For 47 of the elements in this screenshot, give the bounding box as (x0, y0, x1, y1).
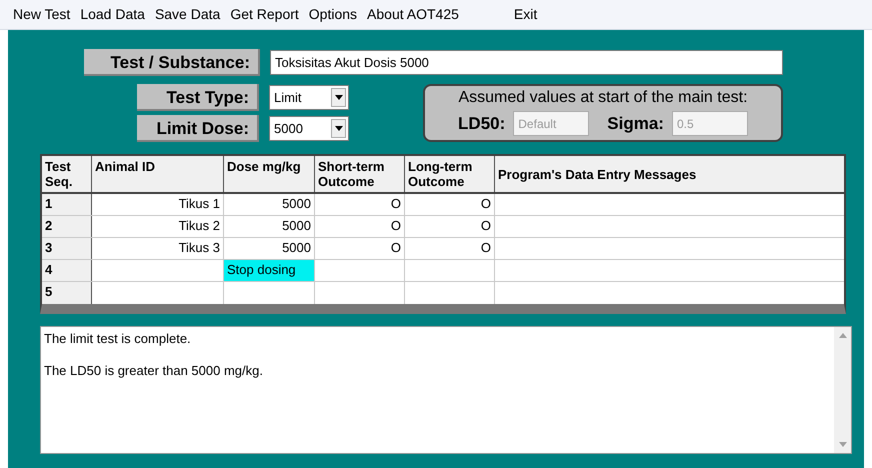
menu-item[interactable]: Exit (508, 4, 542, 25)
output-text: The LD50 is greater than 5000 mg/kg. (44, 363, 264, 378)
row-number: 4 (42, 260, 92, 281)
column-header: Animal ID (92, 156, 224, 192)
table-cell: 5000 (224, 238, 315, 259)
menu-item[interactable]: Load Data (75, 4, 150, 25)
caret-icon (331, 88, 346, 107)
field-label: LD50: (458, 113, 506, 135)
dropdown[interactable]: 5000 (269, 116, 349, 141)
table-cell: Stop dosing (224, 260, 315, 281)
table-cell: Tikus 1 (92, 194, 224, 215)
table-cell: O (315, 238, 405, 259)
menu-item[interactable]: Options (304, 4, 362, 25)
table-cell: O (315, 216, 405, 237)
column-header: Test Seq. (42, 156, 92, 192)
column-header: Program's Data Entry Messages (497, 166, 698, 184)
field-label: Sigma: (607, 113, 664, 135)
table-cell: O (405, 238, 495, 259)
scroll-down-icon[interactable] (838, 442, 846, 447)
field-label: Test Type: (137, 84, 259, 111)
table-cell: O (315, 194, 405, 215)
row-number: 5 (42, 282, 92, 304)
scrollbar[interactable] (834, 327, 851, 453)
menu-item[interactable]: New Test (8, 4, 76, 25)
menu-item[interactable]: About AOT425 (362, 4, 464, 25)
column-header: Short-term Outcome (315, 156, 405, 192)
row-number: 2 (42, 216, 92, 237)
field-label: Test / Substance: (84, 49, 260, 76)
column-header: Dose mg/kg (224, 156, 315, 192)
row-number: 1 (42, 194, 92, 215)
substance-field[interactable]: Toksisitas Akut Dosis 5000 (270, 50, 783, 75)
menu-item[interactable]: Get Report (225, 4, 304, 25)
panel-title: Assumed values at start of the main test: (458, 88, 748, 108)
dropdown[interactable]: Limit (269, 85, 349, 110)
output-text: The limit test is complete. (44, 331, 192, 346)
table-cell: 5000 (224, 194, 315, 215)
table-cell: Tikus 2 (92, 216, 224, 237)
table-cell: Tikus 3 (92, 238, 224, 259)
row-number: 3 (42, 238, 92, 259)
column-header: Long-term Outcome (405, 156, 495, 192)
caret-icon (331, 119, 346, 138)
table-cell: 5000 (224, 216, 315, 237)
field-label: Limit Dose: (137, 115, 259, 142)
table-cell: O (405, 194, 495, 215)
table-cell: O (405, 216, 495, 237)
scroll-up-icon[interactable] (838, 333, 846, 338)
menu-item[interactable]: Save Data (150, 4, 226, 25)
